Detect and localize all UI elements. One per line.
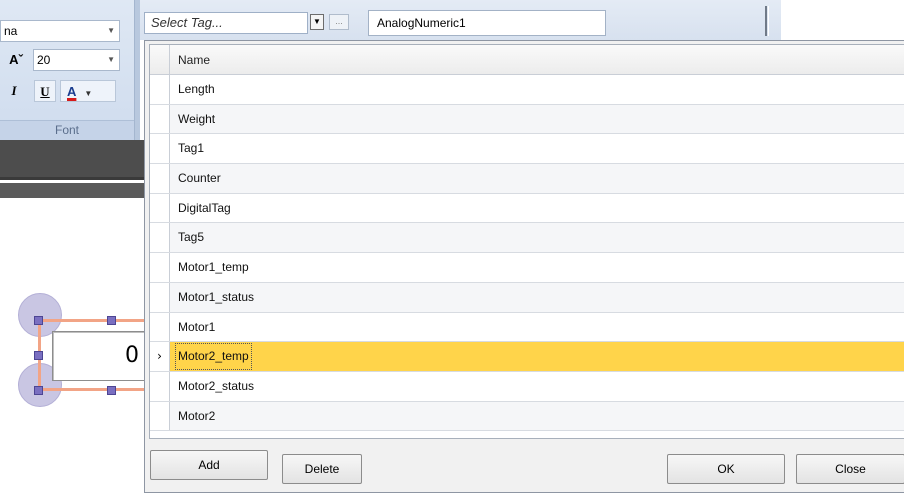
table-row[interactable]: Motor1	[150, 312, 904, 343]
row-indicator	[150, 164, 170, 193]
tag-name-cell: Motor2_status	[178, 378, 255, 393]
workspace-subheader-bar	[0, 183, 150, 198]
row-indicator	[150, 282, 170, 312]
chevron-down-icon[interactable]: ▼	[310, 14, 324, 30]
tag-name-cell: DigitalTag	[178, 200, 231, 215]
column-header-name[interactable]: Name	[178, 45, 210, 75]
grid-corner	[150, 45, 170, 75]
current-row-arrow-icon: ›	[150, 342, 170, 371]
add-button[interactable]: Add	[150, 450, 268, 480]
tag-name-cell: Tag1	[178, 141, 205, 156]
close-button[interactable]: Close	[796, 454, 904, 484]
tag-name-cell: Motor1	[178, 319, 216, 334]
table-row[interactable]: Tag1	[150, 134, 904, 165]
italic-button[interactable]: I	[4, 80, 24, 102]
table-row[interactable]: Length	[150, 75, 904, 105]
chevron-down-icon: ▼	[107, 26, 115, 35]
table-row[interactable]: Motor1_temp	[150, 253, 904, 283]
tag-grid: Name Length Weight Tag1 Counter DigitalT…	[149, 44, 904, 439]
select-tag-combo[interactable]: Select Tag...	[144, 12, 308, 34]
toolbar-blank-area	[781, 0, 904, 40]
ok-button[interactable]: OK	[667, 454, 785, 484]
resize-handle-top-left[interactable]	[34, 316, 43, 325]
chevron-down-icon: ▼	[84, 89, 93, 98]
row-indicator	[150, 253, 170, 282]
resize-handle-bottom[interactable]	[107, 386, 116, 395]
chevron-down-icon: ▼	[107, 55, 115, 64]
font-color-button[interactable]: A ▼	[60, 80, 116, 102]
tag-rows: Length Weight Tag1 Counter DigitalTag Ta…	[150, 75, 904, 432]
tag-name-cell: Motor1_temp	[178, 260, 249, 275]
font-size-combo[interactable]: 20 ▼	[33, 49, 120, 71]
grid-header: Name	[150, 45, 904, 75]
row-indicator	[150, 223, 170, 253]
analog-numeric-object[interactable]: 0	[18, 293, 168, 408]
tag-name-cell: Motor2	[178, 408, 216, 423]
underline-button[interactable]: U	[34, 80, 56, 102]
resize-handle-bottom-left[interactable]	[34, 386, 43, 395]
font-size-value: 20	[37, 53, 51, 67]
font-name-combo[interactable]: na ▼	[0, 20, 120, 42]
tag-name-cell: Length	[178, 82, 215, 96]
tag-name-cell: Motor1_status	[178, 289, 255, 304]
row-indicator	[150, 104, 170, 134]
table-row[interactable]: DigitalTag	[150, 193, 904, 224]
row-indicator	[150, 371, 170, 401]
tag-name-cell: Weight	[178, 111, 216, 126]
row-indicator	[150, 75, 170, 104]
font-name-value: na	[4, 24, 18, 38]
table-row[interactable]: Counter	[150, 164, 904, 194]
tag-name-cell: Motor2_temp	[174, 342, 253, 371]
row-indicator	[150, 134, 170, 164]
workspace-header-bar	[0, 140, 150, 180]
table-row[interactable]: Tag5	[150, 223, 904, 254]
tag-selector-popup: Name Length Weight Tag1 Counter DigitalT…	[144, 40, 904, 493]
table-row-selected[interactable]: › Motor2_temp	[150, 342, 904, 372]
resize-handle-top[interactable]	[107, 316, 116, 325]
ribbon-group-label: Font	[0, 120, 134, 140]
font-color-icon: A	[67, 84, 77, 99]
delete-button[interactable]: Delete	[282, 454, 362, 484]
resize-handle-left[interactable]	[34, 351, 43, 360]
row-indicator	[150, 312, 170, 342]
tag-name-cell: Tag5	[178, 230, 205, 245]
ribbon-font-group: na ▼ Aˇ 20 ▼ I U A ▼ Font	[0, 0, 140, 140]
object-name-field[interactable]: AnalogNumeric1	[368, 10, 606, 36]
grow-font-button[interactable]: Aˇ	[4, 50, 28, 70]
table-row[interactable]: Motor2	[150, 401, 904, 432]
toolbar-separator	[765, 6, 769, 36]
browse-tag-button[interactable]: ...	[329, 14, 349, 30]
row-indicator	[150, 401, 170, 431]
table-row[interactable]: Motor1_status	[150, 282, 904, 313]
row-indicator	[150, 193, 170, 223]
table-row[interactable]: Weight	[150, 104, 904, 135]
tag-name-cell: Counter	[178, 171, 221, 186]
table-row[interactable]: Motor2_status	[150, 371, 904, 402]
